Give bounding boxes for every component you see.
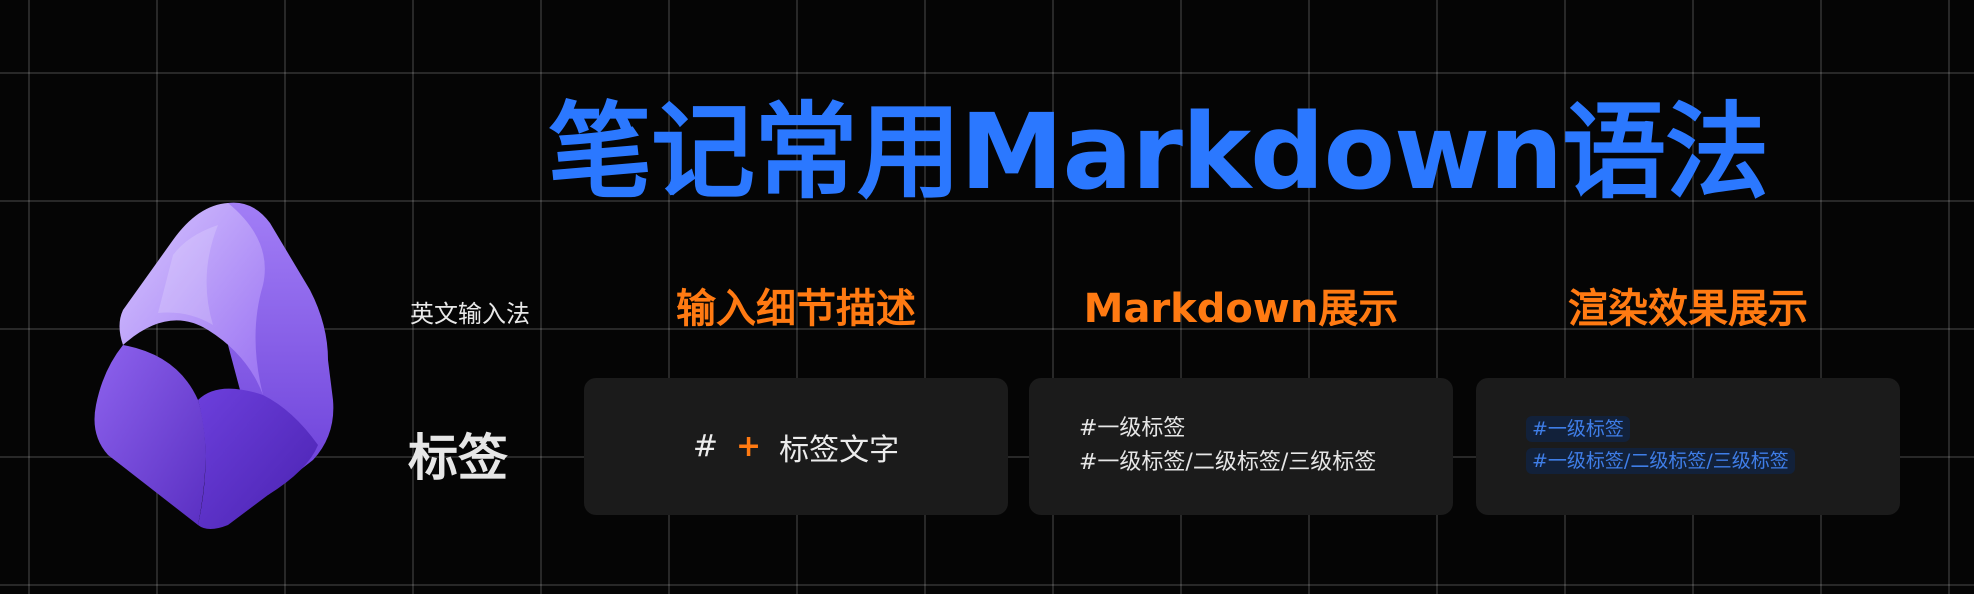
markdown-card: #一级标签 #一级标签/二级标签/三级标签 — [1029, 378, 1453, 515]
input-detail-card: # + 标签文字 — [584, 378, 1008, 515]
column-heading-render: 渲染效果展示 — [1568, 286, 1808, 332]
markdown-line: #一级标签 — [1079, 416, 1186, 441]
render-card: #一级标签 #一级标签/二级标签/三级标签 — [1476, 378, 1900, 515]
column-heading-input: 输入细节描述 — [676, 286, 916, 332]
column-heading-markdown: Markdown展示 — [1083, 286, 1399, 332]
markdown-line: #一级标签/二级标签/三级标签 — [1079, 450, 1377, 475]
ime-label: 英文输入法 — [410, 300, 530, 328]
plus-symbol: + — [736, 429, 762, 464]
slide: 笔记常用Markdown语法 英文输入法 输入细节描述 Markdown展示 渲… — [0, 0, 1974, 594]
rendered-tag[interactable]: #一级标签/二级标签/三级标签 — [1526, 448, 1795, 474]
hash-symbol: # — [692, 429, 718, 464]
row-label-tag: 标签 — [408, 429, 508, 487]
page-title: 笔记常用Markdown语法 — [548, 91, 1769, 213]
obsidian-logo-icon — [94, 202, 334, 529]
tag-text-label: 标签文字 — [779, 432, 900, 468]
rendered-tag[interactable]: #一级标签 — [1526, 416, 1630, 442]
